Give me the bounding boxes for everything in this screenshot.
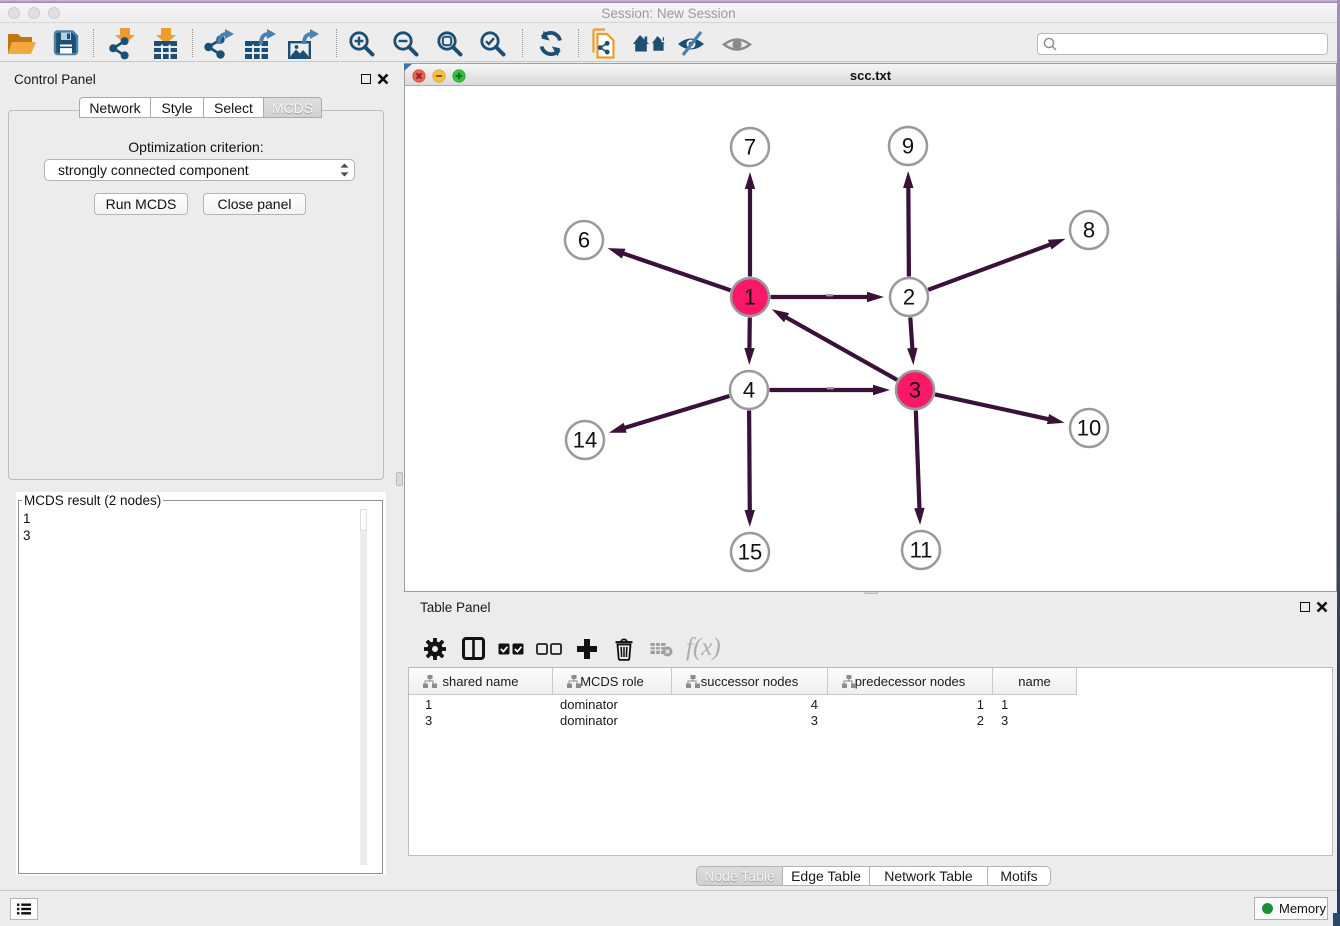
svg-text:7: 7 <box>744 135 756 160</box>
svg-text:4: 4 <box>743 378 755 403</box>
svg-text:2: 2 <box>903 285 915 310</box>
svg-text:14: 14 <box>573 428 597 453</box>
svg-text:6: 6 <box>578 228 590 253</box>
svg-text:10: 10 <box>1077 416 1101 441</box>
svg-text:9: 9 <box>902 134 914 159</box>
svg-text:3: 3 <box>909 378 921 403</box>
svg-text:11: 11 <box>910 538 933 563</box>
svg-text:15: 15 <box>738 540 762 565</box>
svg-text:1: 1 <box>744 285 756 310</box>
svg-text:8: 8 <box>1083 218 1095 243</box>
